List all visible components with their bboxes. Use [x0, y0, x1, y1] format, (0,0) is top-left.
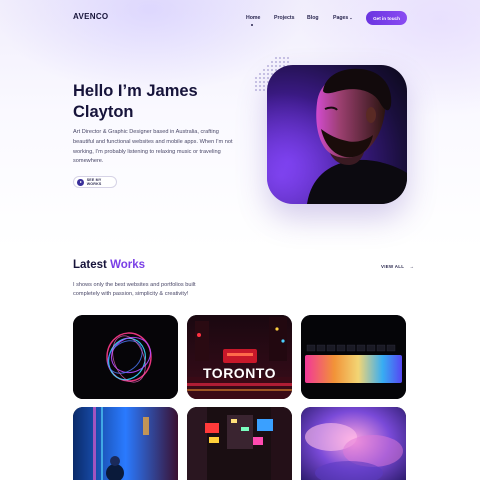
toronto-sign-image [187, 315, 292, 399]
pink-clouds-image [301, 407, 406, 480]
work-tile-neon-street[interactable] [73, 407, 178, 480]
keyboard-image [301, 315, 406, 399]
latest-works-description: I shows only the best websites and portf… [73, 282, 196, 297]
nav-link-home[interactable]: Home [246, 15, 260, 21]
nav-link-projects[interactable]: Projects [274, 15, 294, 21]
latest-works-heading-plain: Latest [73, 259, 107, 271]
work-tile-keyboard[interactable] [301, 315, 406, 399]
latest-works-heading-accent: Works [110, 259, 146, 271]
neon-street-image [73, 407, 178, 480]
light-painting-image [73, 315, 178, 399]
hero-description: Art Director & Graphic Designer based in… [73, 129, 233, 165]
see-my-works-button[interactable]: SEE MY WORKS [73, 176, 117, 188]
work-tile-light-painting[interactable] [73, 315, 178, 399]
portrait-illustration [267, 65, 407, 204]
top-navigation: AVENCO Home Projects Blog Pages⌄ Get in … [0, 0, 480, 36]
play-icon [77, 178, 84, 186]
hero-title: Hello I’m James Clayton [73, 82, 198, 121]
work-tile-toronto-sign[interactable]: TORONTO [187, 315, 292, 399]
latest-works-heading: Latest Works [73, 259, 145, 271]
hero-background [0, 0, 480, 250]
site-logo[interactable]: AVENCO [73, 12, 108, 21]
nav-link-pages-label: Pages [333, 15, 349, 21]
work-tile-city-street[interactable] [187, 407, 292, 480]
profile-portrait [267, 65, 407, 204]
arrow-right-icon: → [409, 264, 415, 269]
view-all-link[interactable]: VIEW ALL → [381, 264, 414, 269]
city-street-image [187, 407, 292, 480]
toronto-sign-letters: TORONTO [203, 365, 276, 381]
active-nav-indicator [251, 24, 253, 26]
view-all-label: VIEW ALL [381, 264, 405, 269]
nav-link-pages[interactable]: Pages⌄ [333, 15, 353, 21]
nav-link-blog[interactable]: Blog [307, 15, 319, 21]
get-in-touch-button[interactable]: Get in touch [366, 11, 407, 25]
see-my-works-label: SEE MY WORKS [86, 178, 102, 186]
chevron-down-icon: ⌄ [349, 15, 353, 20]
work-tile-pink-clouds[interactable] [301, 407, 406, 480]
